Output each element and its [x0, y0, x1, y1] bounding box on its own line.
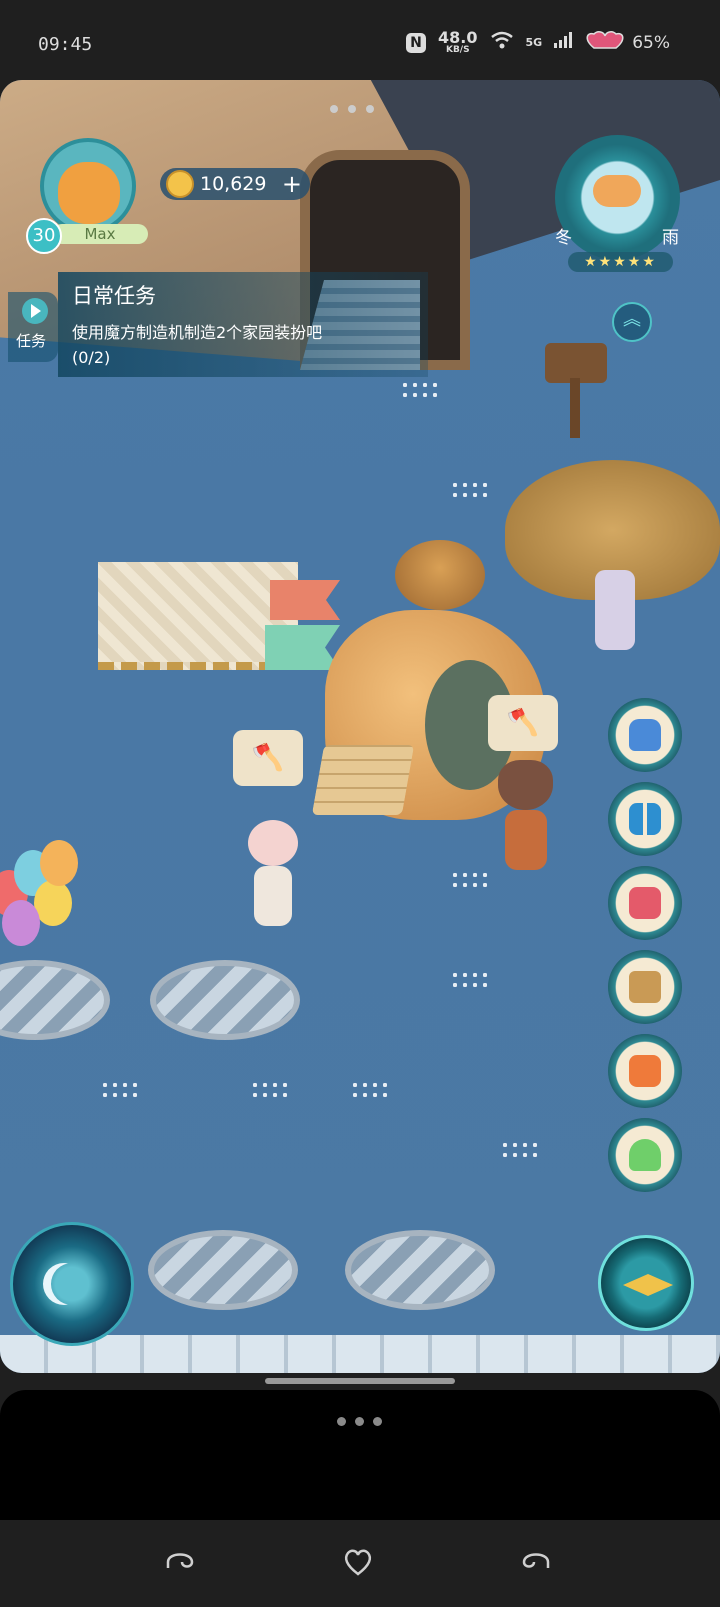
event-button[interactable]	[608, 1034, 682, 1108]
flower-patch	[500, 1140, 540, 1162]
task-toggle-button[interactable]: 任务	[8, 292, 58, 362]
task-progress: (0/2)	[72, 348, 111, 367]
signal-icon	[554, 32, 573, 53]
season-label: 冬	[555, 228, 572, 248]
flower-patch	[100, 1080, 140, 1102]
bear-character[interactable]	[248, 820, 298, 940]
battery-percent: 65%	[632, 32, 670, 53]
flower-patch	[450, 870, 490, 892]
task-title: 日常任务	[72, 284, 156, 308]
weather-label: 雨	[662, 228, 679, 248]
camera-icon	[629, 971, 661, 1003]
bottom-panel	[0, 1390, 720, 1520]
camera-button[interactable]	[608, 950, 682, 1024]
player-avatar[interactable]	[40, 138, 136, 234]
level-bar: Max	[52, 224, 148, 244]
recent-icon[interactable]	[516, 1548, 556, 1580]
moon-menu-button[interactable]	[10, 1222, 134, 1346]
book-icon	[629, 887, 661, 919]
clock: 09:45	[38, 34, 93, 55]
stone-platform[interactable]	[345, 1230, 495, 1310]
stone-platform[interactable]	[148, 1230, 298, 1310]
navigation-bar	[0, 1520, 720, 1607]
stone-platform[interactable]	[150, 960, 300, 1040]
status-icons: N 48.0 KB/S 5G 65%	[406, 30, 670, 55]
play-icon	[22, 298, 48, 324]
flower-patch	[450, 970, 490, 992]
handbook-button[interactable]	[608, 866, 682, 940]
status-bar: 09:45 N 48.0 KB/S 5G 65%	[0, 0, 720, 80]
flower-patch	[350, 1080, 390, 1102]
moon-icon	[51, 1263, 93, 1305]
drag-handle[interactable]	[265, 1378, 455, 1384]
task-description: 使用魔方制造机制造2个家园装扮吧 (0/2)	[72, 320, 412, 370]
task-text: 使用魔方制造机制造2个家园装扮吧	[72, 323, 323, 342]
blocks-icon	[629, 803, 661, 835]
add-coins-button[interactable]: +	[282, 170, 302, 198]
sprout-icon	[629, 1139, 661, 1171]
cloud-icon	[593, 175, 641, 207]
daily-task-panel[interactable]: 日常任务 使用魔方制造机制造2个家园装扮吧 (0/2)	[58, 272, 428, 377]
network-type: 5G	[525, 36, 543, 49]
backpack-icon	[629, 719, 661, 751]
coin-counter: 10,629 +	[160, 168, 310, 200]
drag-dots-icon	[330, 105, 374, 113]
coin-icon	[166, 170, 194, 198]
nfc-icon: N	[406, 32, 427, 53]
speed-value: 48.0	[438, 28, 478, 47]
chevron-up-icon[interactable]: ︽	[612, 302, 652, 342]
wifi-icon	[490, 31, 514, 54]
game-viewport[interactable]: 🪓 🪓 Max 30 10,629 + 任务 日常任务 使用魔方制造机制造2个家…	[0, 80, 720, 1373]
snow-fence	[0, 1335, 720, 1373]
more-dots-icon[interactable]	[337, 1417, 382, 1426]
back-icon[interactable]	[160, 1548, 200, 1580]
axe-bubble-icon[interactable]: 🪓	[233, 730, 303, 786]
compass-icon	[623, 1274, 673, 1296]
owl-character[interactable]	[498, 760, 553, 880]
compass-button[interactable]	[598, 1235, 694, 1331]
flower-patch	[400, 380, 440, 402]
garden-button[interactable]	[608, 1118, 682, 1192]
speed-unit: KB/S	[445, 45, 470, 55]
level-badge: 30	[26, 218, 62, 254]
signpost[interactable]	[545, 343, 607, 383]
waffle-panel	[311, 745, 415, 815]
flower-patch	[250, 1080, 290, 1102]
battery: 65%	[584, 30, 670, 55]
task-tab-label: 任务	[16, 332, 47, 350]
build-button[interactable]	[608, 782, 682, 856]
flower-patch	[450, 480, 490, 502]
home-icon[interactable]	[338, 1548, 378, 1580]
coin-value: 10,629	[200, 173, 267, 195]
hammer-icon	[629, 1055, 661, 1087]
tree-trunk	[595, 570, 635, 650]
signpost-pole	[570, 378, 580, 438]
battery-icon	[584, 30, 626, 55]
stone-platform[interactable]	[0, 960, 110, 1040]
star-rating: ★★★★★	[568, 252, 673, 272]
fox-icon	[58, 162, 120, 224]
network-speed: 48.0 KB/S	[438, 30, 477, 55]
axe-bubble-icon[interactable]: 🪓	[488, 695, 558, 751]
backpack-button[interactable]	[608, 698, 682, 772]
